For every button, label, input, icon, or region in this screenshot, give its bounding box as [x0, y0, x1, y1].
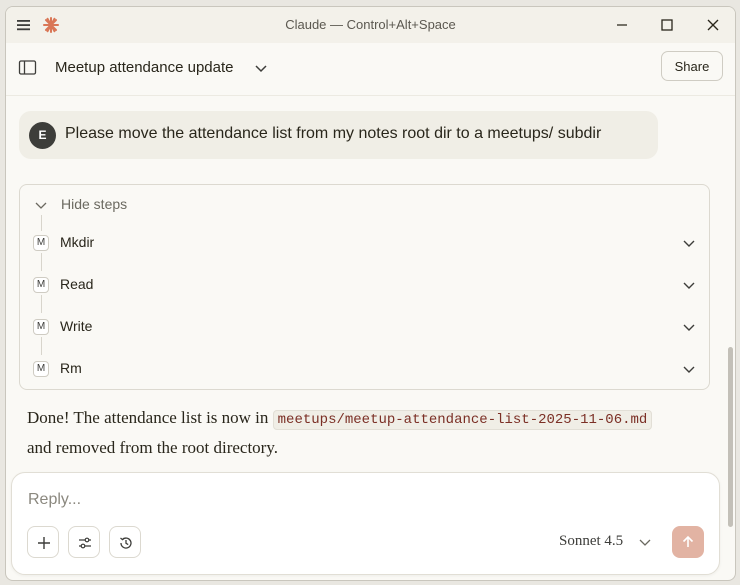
add-attachment-button[interactable]: [27, 526, 59, 558]
tools-settings-button[interactable]: [68, 526, 100, 558]
chevron-down-icon[interactable]: [638, 535, 652, 549]
chevron-down-icon[interactable]: [682, 320, 696, 334]
step-label: Read: [60, 276, 94, 292]
step-item-read[interactable]: M Read: [20, 267, 709, 303]
sliders-icon: [79, 537, 91, 549]
reply-text-end: and removed from the root directory.: [27, 438, 278, 457]
chevron-down-icon[interactable]: [253, 60, 269, 76]
file-path-code: meetups/meetup-attendance-list-2025-11-0…: [272, 410, 653, 430]
step-item-write[interactable]: M Write: [20, 309, 709, 345]
send-button[interactable]: [672, 526, 704, 558]
user-message: E Please move the attendance list from m…: [19, 111, 658, 159]
minimize-icon[interactable]: [613, 16, 631, 34]
title-bar: Claude — Control+Alt+Space: [6, 7, 735, 43]
step-label: Rm: [60, 360, 82, 376]
user-message-text: Please move the attendance list from my …: [65, 125, 602, 142]
arrow-up-icon: [682, 535, 694, 547]
chevron-down-icon[interactable]: [682, 236, 696, 250]
step-label: Write: [60, 318, 93, 334]
tool-badge: M: [33, 319, 49, 335]
step-label: Mkdir: [60, 234, 95, 250]
clock-history-icon: [120, 537, 132, 549]
step-item-rm[interactable]: M Rm: [20, 351, 709, 387]
tool-steps-panel: Hide steps M Mkdir M Read M Write M Rm: [19, 184, 710, 390]
history-button[interactable]: [109, 526, 141, 558]
hide-steps-label: Hide steps: [61, 196, 128, 212]
reply-text-start: Done! The attendance list is now in: [27, 408, 273, 427]
chevron-down-icon[interactable]: [682, 278, 696, 292]
chevron-down-icon: [35, 202, 47, 209]
app-window: Claude — Control+Alt+Space Meetup attend…: [5, 6, 736, 581]
reply-input[interactable]: [26, 487, 630, 513]
assistant-message: Done! The attendance list is now in meet…: [27, 404, 667, 461]
step-item-mkdir[interactable]: M Mkdir: [20, 225, 709, 261]
tool-badge: M: [33, 277, 49, 293]
tool-badge: M: [33, 361, 49, 377]
conversation-title[interactable]: Meetup attendance update: [55, 59, 233, 76]
conversation-header: Meetup attendance update Share: [6, 43, 735, 96]
avatar: E: [29, 122, 56, 149]
plus-icon: [38, 537, 50, 549]
model-selector[interactable]: Sonnet 4.5: [559, 533, 623, 550]
share-button[interactable]: Share: [661, 51, 723, 81]
chevron-down-icon[interactable]: [682, 362, 696, 376]
close-icon[interactable]: [704, 16, 722, 34]
scrollbar[interactable]: [728, 347, 733, 527]
sidebar-toggle-icon[interactable]: [18, 59, 38, 77]
message-composer: Sonnet 4.5: [11, 472, 720, 575]
tool-badge: M: [33, 235, 49, 251]
maximize-icon[interactable]: [658, 16, 676, 34]
